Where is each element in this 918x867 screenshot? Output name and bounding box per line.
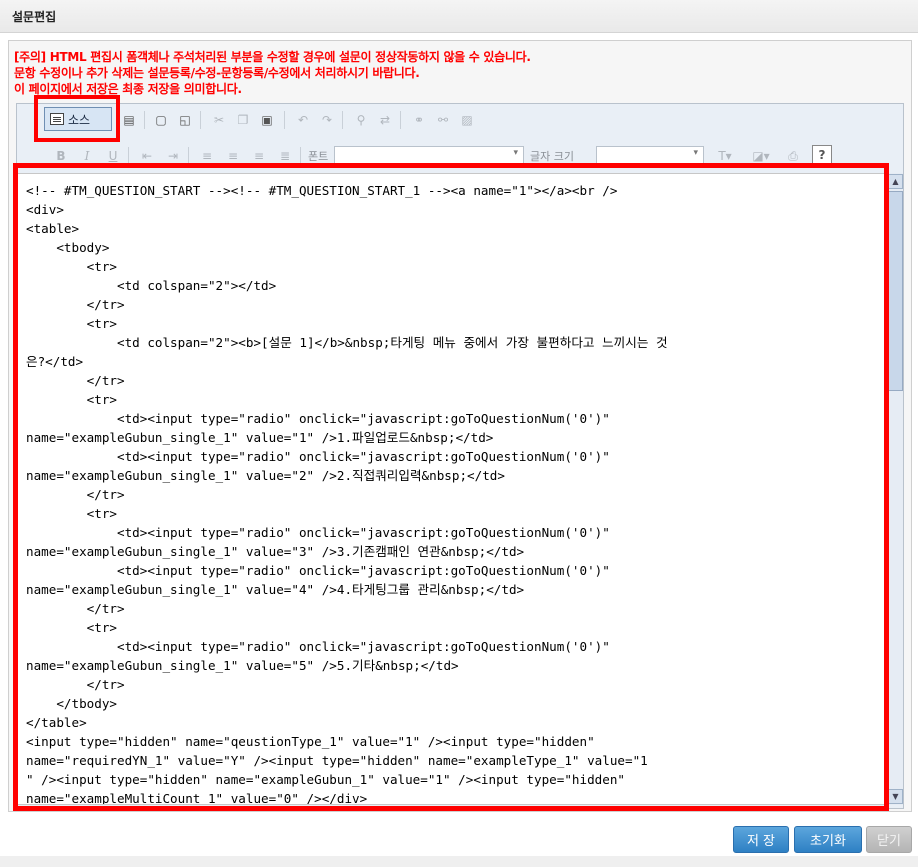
source-code-highlight [13, 163, 889, 811]
close-button[interactable]: 닫기 [866, 826, 912, 853]
page-title: 설문편집 [12, 10, 57, 24]
warning-line-2: 문항 수정이나 추가 삭제는 설문등록/수정-문항등록/수정에서 처리하시기 바… [14, 66, 420, 80]
image-icon[interactable]: ▨ [456, 109, 478, 131]
cut-icon[interactable]: ✂ [208, 109, 230, 131]
link-icon[interactable]: ⚭ [408, 109, 430, 131]
copy-icon[interactable]: ❐ [232, 109, 254, 131]
preview-icon[interactable]: ◱ [174, 109, 196, 131]
help-button[interactable]: ? [812, 145, 832, 165]
redo-icon[interactable]: ↷ [316, 109, 338, 131]
save-button[interactable]: 저 장 [733, 826, 789, 853]
scroll-up-icon[interactable]: ▲ [888, 174, 903, 189]
chevron-down-icon: ▾ [513, 148, 518, 158]
undo-icon[interactable]: ↶ [292, 109, 314, 131]
scroll-thumb[interactable] [888, 191, 903, 391]
toolbar-row-1: ▤ ▢ ◱ ✂ ❐ ▣ ↶ ↷ ⚲ ⇄ ⚭ ⚯ ▨ [22, 107, 882, 133]
page-header: 설문편집 [0, 0, 918, 33]
bottom-bar [0, 856, 918, 867]
font-size-label: 글자 크기 [530, 150, 574, 163]
unlink-icon[interactable]: ⚯ [432, 109, 454, 131]
scroll-down-icon[interactable]: ▼ [888, 789, 903, 804]
find-icon[interactable]: ⚲ [350, 109, 372, 131]
reset-button[interactable]: 초기화 [794, 826, 862, 853]
source-button-highlight [34, 95, 120, 142]
replace-icon[interactable]: ⇄ [374, 109, 396, 131]
warning-line-1: [주의] HTML 편집시 폼객체나 주석처리된 부분을 수정할 경우에 설문이… [14, 50, 531, 64]
document-icon[interactable]: ▤ [118, 109, 140, 131]
font-label: 폰트 [308, 150, 329, 163]
paste-icon[interactable]: ▣ [256, 109, 278, 131]
new-page-icon[interactable]: ▢ [150, 109, 172, 131]
chevron-down-icon: ▾ [693, 148, 698, 158]
